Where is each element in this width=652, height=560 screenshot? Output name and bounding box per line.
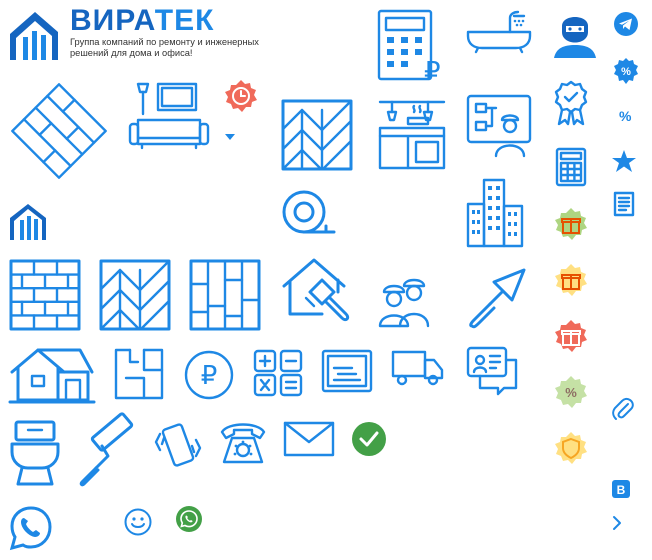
brand-name-part2: ТЕК — [154, 4, 215, 37]
ruble-symbol: ₽ — [424, 56, 441, 86]
brand-tagline: Группа компаний по ремонту и инженерных … — [70, 37, 259, 58]
chevron-down-icon[interactable] — [225, 134, 235, 140]
living-room-icon — [128, 82, 210, 150]
brick-wall-icon — [9, 259, 81, 331]
svg-text:В: В — [617, 483, 626, 497]
whatsapp-outline-icon[interactable] — [9, 506, 52, 551]
bathtub-icon — [466, 10, 532, 54]
house-icon — [8, 348, 96, 404]
small-logo-icon — [10, 204, 46, 240]
vibrating-phone-icon — [154, 423, 202, 467]
whatsapp-green-icon[interactable] — [176, 506, 202, 532]
kitchen-icon — [378, 100, 446, 170]
clock-badge-icon — [225, 80, 257, 112]
smiley-icon[interactable] — [124, 508, 152, 536]
city-buildings-icon — [466, 178, 524, 248]
parquet-floor-icon — [11, 83, 107, 179]
trowel-icon — [469, 268, 526, 329]
ruble-circle-icon: ₽ — [184, 350, 234, 400]
percent-green-badge-icon: % — [555, 376, 587, 408]
herringbone-pattern-icon — [99, 259, 171, 331]
herringbone-floor-icon — [281, 99, 353, 171]
chevron-right-icon[interactable] — [612, 516, 622, 530]
vk-icon[interactable]: В — [612, 480, 630, 498]
tape-measure-icon — [282, 190, 336, 234]
shield-orange-badge-icon — [555, 432, 587, 464]
calculator-icon — [555, 147, 587, 187]
gift-orange-badge-icon — [555, 264, 587, 296]
floor-plan-icon — [114, 348, 164, 400]
discount-badge-icon[interactable]: % — [613, 58, 639, 84]
star-icon[interactable] — [612, 150, 636, 172]
check-circle-icon — [352, 422, 386, 456]
house-painting-icon — [282, 258, 350, 322]
gift-green-badge-icon — [555, 208, 587, 240]
certificate-card-icon — [321, 349, 373, 393]
envelope-icon — [283, 421, 335, 457]
paperclip-icon[interactable] — [612, 396, 634, 422]
engineer-computer-icon — [466, 94, 532, 158]
percent-green-badge-label: % — [565, 385, 577, 400]
toilet-icon — [10, 420, 60, 486]
rotary-phone-icon — [220, 423, 266, 464]
paint-roller-icon — [79, 412, 134, 487]
percent-icon[interactable]: % — [619, 108, 631, 124]
brand-name-part1: ВИРА — [70, 4, 155, 37]
construction-workers-icon — [378, 278, 430, 328]
company-logo-icon[interactable] — [10, 10, 60, 60]
tile-pattern-icon — [189, 259, 261, 331]
calculator-ruble-icon: ₽ — [377, 9, 441, 86]
award-ribbon-icon — [554, 80, 588, 126]
delivery-truck-icon — [391, 350, 444, 386]
document-list-icon[interactable] — [613, 191, 635, 217]
math-operations-icon — [253, 349, 303, 397]
ruble-circle-symbol: ₽ — [201, 360, 218, 390]
bearded-man-avatar-icon — [554, 17, 596, 58]
discount-badge-label: % — [621, 66, 631, 78]
gift-red-badge-icon — [555, 320, 587, 352]
contact-chat-icon — [466, 346, 518, 396]
brand-name: ВИРАТЕК — [70, 4, 214, 38]
telegram-icon[interactable] — [614, 12, 638, 36]
